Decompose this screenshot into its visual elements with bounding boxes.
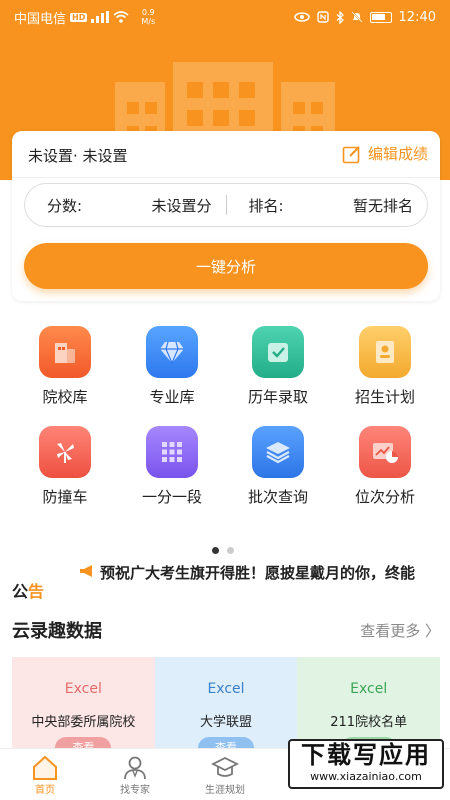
net-speed: 0.9 M/s [141, 8, 155, 26]
layers-icon [252, 426, 304, 478]
section-title: 云录趣数据 [12, 621, 102, 642]
feature-label: 专业库 [149, 388, 195, 406]
card-divider [12, 177, 440, 178]
notice-title-part2: 告 [28, 582, 45, 600]
location-text: 未设置· 未设置 [28, 147, 128, 165]
windmill-icon [39, 426, 91, 478]
view-more-link[interactable]: 查看更多 〉 [360, 620, 440, 641]
analyze-button[interactable]: 一键分析 [24, 243, 428, 289]
tab-label: 首页 [35, 785, 55, 796]
bluetooth-icon [336, 10, 344, 24]
feature-label: 位次分析 [354, 488, 415, 506]
expert-icon [124, 756, 146, 780]
school-building-icon [39, 326, 91, 378]
status-right: 12:40 [293, 9, 436, 25]
file-type-label: Excel [350, 681, 388, 697]
feature-past-admissions[interactable]: 历年录取 [228, 326, 328, 407]
wifi-icon [113, 11, 129, 23]
score-label: 分数: [47, 196, 83, 215]
chart-icon [359, 426, 411, 478]
grid-icon [146, 426, 198, 478]
data-card[interactable]: Excel 大学联盟 查看 [154, 657, 298, 759]
score-value: 未设置分 [151, 196, 212, 215]
score-card: 未设置· 未设置 编辑成绩 分数: 未设置分 排名: 暂无排名 一键分析 [12, 131, 440, 301]
notice-title: 公告 [12, 578, 44, 600]
feature-label: 批次查询 [247, 488, 308, 506]
feature-label: 招生计划 [354, 388, 415, 406]
notice-bar[interactable]: 公告 预祝广大考生旗开得胜！愿披星戴月的你，终能 [12, 560, 440, 600]
file-type-label: Excel [207, 681, 245, 697]
home-icon [33, 755, 57, 780]
diamond-icon [146, 326, 198, 378]
battery-icon [369, 11, 392, 23]
feature-rank-analysis[interactable]: 位次分析 [335, 426, 435, 507]
check-calendar-icon [252, 326, 304, 378]
site-watermark: 下载写应用 www.xiazainiao.com [288, 739, 444, 789]
graduation-cap-icon [211, 756, 239, 777]
feature-label: 防撞车 [42, 488, 88, 506]
tab-home[interactable]: 首页 [0, 749, 90, 800]
carousel-dot[interactable] [227, 547, 234, 554]
signal-icon [91, 11, 110, 23]
rank-label: 排名: [248, 196, 284, 215]
data-card[interactable]: Excel 中央部委所属院校 查看 [12, 657, 155, 759]
carousel-dot-active[interactable] [212, 547, 219, 554]
tab-label: 生涯规划 [205, 785, 245, 796]
feature-label: 历年录取 [247, 388, 308, 406]
feature-school-library[interactable]: 院校库 [15, 326, 115, 407]
data-section-header: 云录趣数据 查看更多 〉 [12, 617, 440, 643]
megaphone-icon [80, 565, 92, 577]
feature-label: 院校库 [42, 388, 88, 406]
feature-collision-avoid[interactable]: 防撞车 [15, 426, 115, 507]
tab-career-plan[interactable]: 生涯规划 [180, 749, 270, 800]
data-card-title: 大学联盟 [200, 715, 253, 730]
carrier-name: 中国电信 [14, 11, 67, 27]
data-card-title: 中央部委所属院校 [31, 715, 136, 730]
watermark-title: 下载写应用 [301, 741, 431, 769]
tab-find-expert[interactable]: 找专家 [90, 749, 180, 800]
rank-value: 暂无排名 [352, 196, 413, 215]
score-rank-box[interactable]: 分数: 未设置分 排名: 暂无排名 [24, 183, 428, 227]
edit-icon [342, 145, 360, 163]
status-left: 中国电信 HD 0.9 M/s [14, 8, 155, 27]
status-bar: 中国电信 HD 0.9 M/s 12:40 [0, 0, 450, 34]
data-card[interactable]: Excel 211院校名单 查看 [297, 657, 441, 759]
file-type-label: Excel [64, 681, 102, 697]
data-card-title: 211院校名单 [330, 715, 408, 730]
clock-time: 12:40 [398, 9, 436, 25]
feature-score-segment[interactable]: 一分一段 [122, 426, 222, 507]
notice-text: 预祝广大考生旗开得胜！愿披星戴月的你，终能 [100, 564, 416, 582]
rank-field[interactable]: 排名: 暂无排名 [227, 195, 428, 216]
feature-enrollment-plan[interactable]: 招生计划 [335, 326, 435, 407]
notice-title-part1: 公 [12, 582, 29, 600]
tab-label: 找专家 [120, 785, 150, 796]
net-speed-value: 0.9 [141, 8, 155, 17]
hd-badge: HD [70, 12, 88, 22]
edit-score-link[interactable]: 编辑成绩 [342, 143, 428, 164]
eye-icon [293, 12, 310, 22]
net-speed-unit: M/s [141, 17, 156, 26]
feature-batch-query[interactable]: 批次查询 [228, 426, 328, 507]
watermark-url: www.xiazainiao.com [310, 770, 422, 783]
data-card-list: Excel 中央部委所属院校 查看 Excel 大学联盟 查看 Excel 21… [12, 657, 441, 759]
feature-major-library[interactable]: 专业库 [122, 326, 222, 407]
nfc-icon [316, 11, 329, 23]
carousel-indicator [212, 547, 234, 554]
score-field[interactable]: 分数: 未设置分 [25, 195, 226, 216]
mute-bell-icon [350, 11, 363, 23]
contact-card-icon [359, 326, 411, 378]
edit-score-label: 编辑成绩 [367, 145, 428, 163]
feature-label: 一分一段 [141, 488, 202, 506]
